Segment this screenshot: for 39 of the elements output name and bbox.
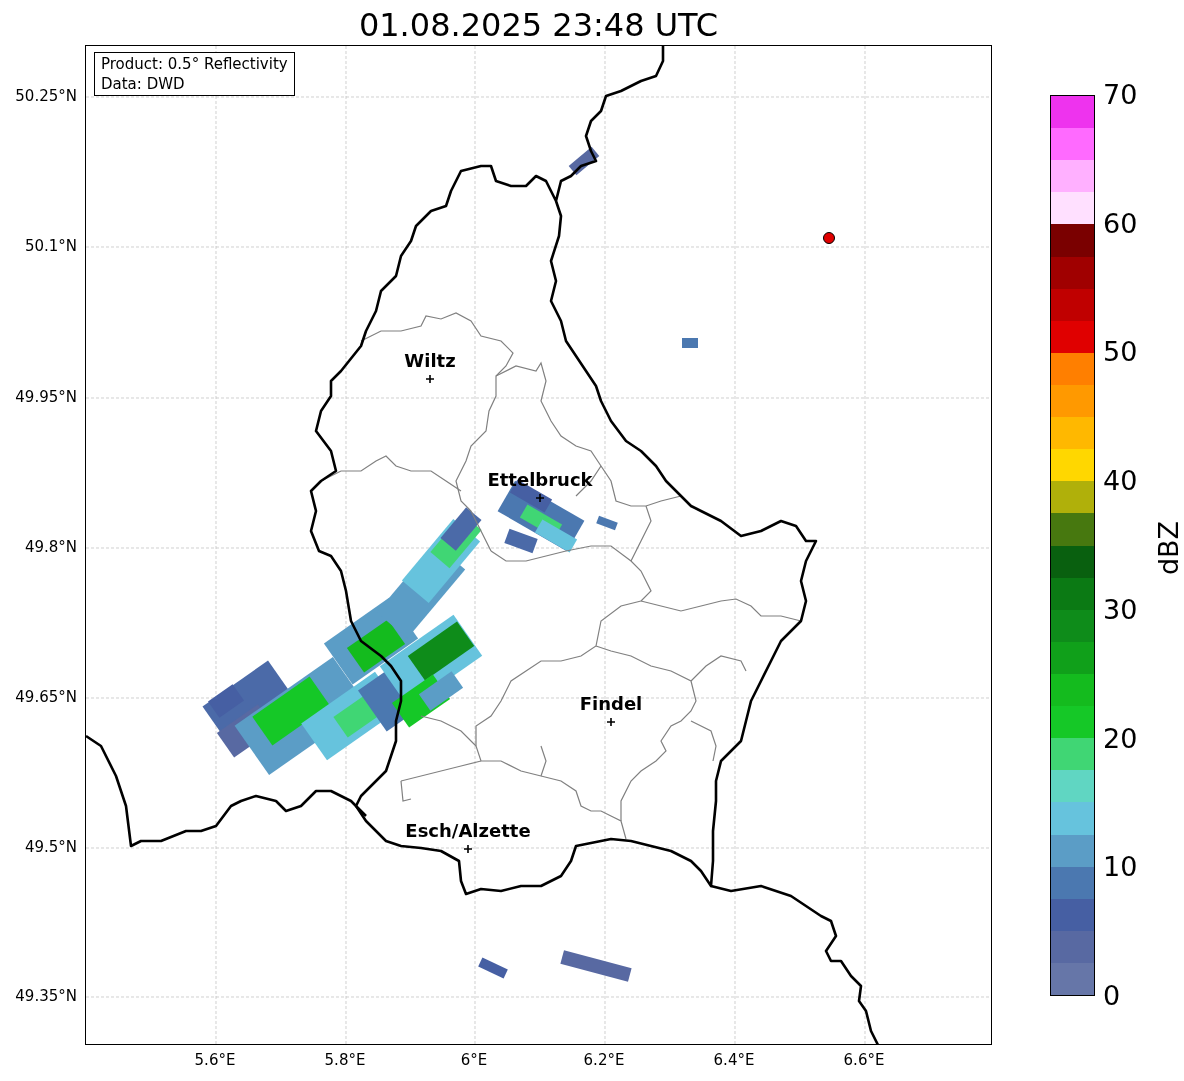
radar-echo-drawing [596, 515, 618, 531]
colorbar-tick-label: 70 [1103, 80, 1138, 110]
location-marker [823, 232, 835, 244]
city-label: Ettelbruck [487, 470, 593, 490]
colorbar-tick-label: 50 [1103, 337, 1138, 368]
colorbar-tick-label: 40 [1103, 466, 1138, 497]
colorbar-tick-label: 60 [1103, 208, 1138, 239]
city-label: Findel [579, 694, 643, 714]
longitude-label: 6.2°E [583, 1051, 625, 1069]
info-text: Data: DWD [101, 74, 186, 94]
latitude-label: 49.65°N [15, 688, 77, 706]
colorbar-tick-label: 0 [1103, 981, 1121, 1011]
colorbar-tick-label: 30 [1103, 594, 1138, 625]
colorbar-axis-label: dBZ [1154, 520, 1184, 576]
longitude-label: 6.6°E [843, 1051, 885, 1069]
latitude-label: 49.95°N [15, 388, 77, 406]
latitude-label: 50.1°N [24, 237, 77, 255]
radar-echo-drawing [560, 950, 632, 982]
longitude-label: 6°E [460, 1051, 488, 1069]
latitude-label: 49.8°N [24, 538, 77, 556]
info-text: Product: 0.5° Reflectivity [101, 54, 288, 74]
colorbar-tick-label: 10 [1103, 852, 1138, 883]
longitude-label: 5.6°E [194, 1051, 236, 1069]
latitude-label: 49.35°N [15, 987, 77, 1005]
colorbar-tick-label: 20 [1103, 723, 1138, 754]
latitude-label: 50.25°N [15, 87, 77, 105]
radar-echo-drawing [568, 146, 600, 176]
cross-marker-icon [607, 718, 615, 726]
longitude-label: 5.8°E [324, 1051, 366, 1069]
cross-marker-icon [536, 494, 544, 502]
radar-echo-drawing [682, 338, 698, 348]
latitude-label: 49.5°N [24, 838, 77, 856]
city-label: Wiltz [404, 351, 456, 371]
cross-marker-icon [464, 845, 472, 853]
radar-echo-drawing [478, 957, 508, 979]
cross-marker-icon [426, 375, 434, 383]
city-label: Esch/Alzette [405, 821, 531, 841]
longitude-label: 6.4°E [713, 1051, 755, 1069]
chart-title: 01.08.2025 23:48 UTC [358, 5, 719, 45]
